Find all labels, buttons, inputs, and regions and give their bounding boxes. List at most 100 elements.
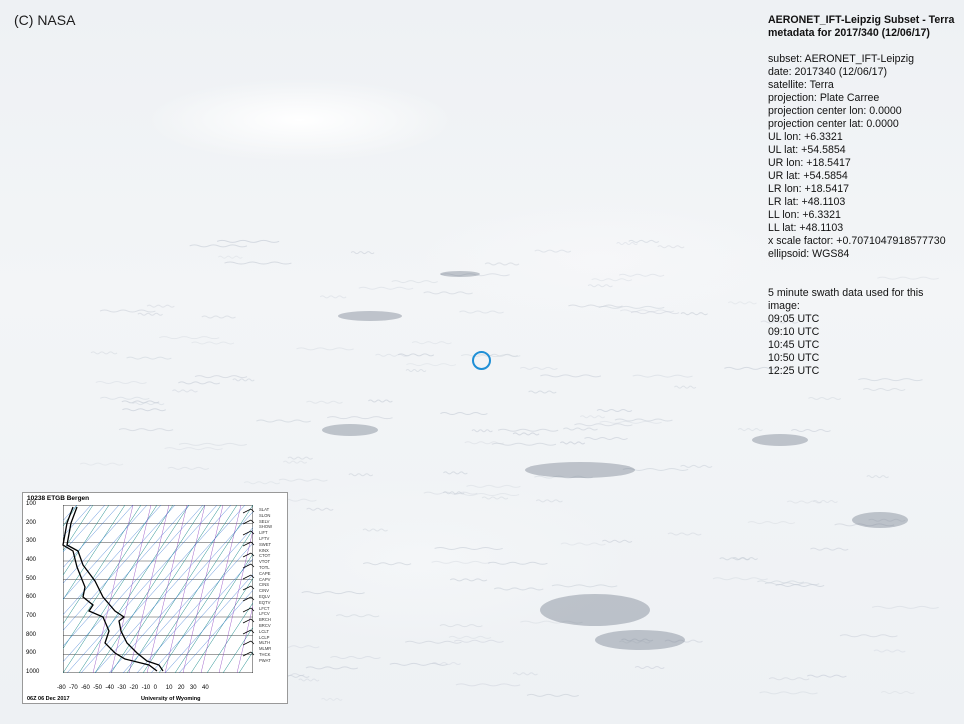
metadata-line: LR lon: +18.5417	[768, 183, 849, 195]
cloud-wave	[528, 390, 557, 394]
pressure-tick-label: 300	[26, 538, 37, 545]
temperature-tick-label: 10	[165, 685, 173, 691]
wind-barb	[242, 519, 252, 525]
temperature-tick-label: -80	[57, 685, 66, 691]
cloud-wave	[306, 400, 343, 404]
swath-time: 12:25 UTC	[768, 365, 820, 377]
dry-adiabat	[122, 504, 274, 674]
metadata-line: projection: Plate Carree	[768, 92, 880, 104]
cloud-wave	[146, 304, 175, 308]
cloud-wave	[194, 375, 248, 379]
sounding-index-label: CINS	[259, 582, 270, 588]
metadata-line: x scale factor: +0.7071047918577730	[768, 235, 946, 247]
pressure-tick-label: 500	[26, 575, 37, 582]
isotherm	[78, 504, 190, 674]
cloud-wave	[406, 363, 457, 367]
isotherm	[46, 504, 158, 674]
cloud-wave	[727, 301, 757, 305]
sounding-index-label: EQLV	[259, 594, 270, 599]
metadata-line: UR lat: +54.5854	[768, 170, 848, 182]
sounding-index-label: CINV	[259, 588, 270, 594]
wind-barb	[242, 618, 252, 624]
metadata-panel: AERONET_IFT-Leipzig Subset - Terra metad…	[768, 14, 958, 378]
sounding-index-label: MLMR	[259, 646, 272, 652]
cloud-wave	[534, 249, 572, 253]
cloud-wave	[674, 385, 697, 389]
cloud-wave	[628, 239, 660, 243]
cloud-shadow	[752, 434, 808, 446]
cloud-wave	[348, 473, 374, 477]
cloud-wave	[306, 507, 334, 511]
cloud-wave	[282, 460, 308, 464]
cloud-wave	[327, 416, 393, 420]
sounding-index-label: VTOT	[259, 559, 271, 565]
wind-barb	[242, 508, 252, 514]
cloud-wave	[368, 399, 393, 403]
cloud-wave	[434, 546, 503, 550]
temperature-tick-label: -70	[69, 685, 78, 691]
cloud-wave	[391, 280, 438, 284]
metadata-line: subset: AERONET_IFT-Leipzig	[768, 53, 915, 65]
pressure-tick-label: 600	[26, 594, 37, 601]
cloud-wave	[121, 400, 160, 404]
isotherm	[62, 504, 174, 674]
sounding-index-label: MLTH	[259, 640, 271, 646]
sounding-index-label: LFCV	[259, 611, 270, 617]
cloud-wave	[866, 475, 889, 479]
sounding-index-label: TOTL	[259, 565, 270, 570]
cloud-wave	[535, 499, 563, 503]
metadata-line: projection center lon: 0.0000	[768, 105, 902, 117]
cloud-wave	[137, 312, 163, 316]
sounding-index-label: BRCV	[259, 623, 271, 628]
swath-heading-line2: image:	[768, 300, 800, 312]
metadata-line: ellipsoid: WGS84	[768, 248, 850, 260]
sounding-title: 10238 ETGB Bergen	[27, 495, 90, 502]
cloud-wave	[599, 420, 662, 424]
swath-time: 10:45 UTC	[768, 339, 820, 351]
cloud-wave	[618, 273, 665, 277]
cloud-shadow	[440, 271, 480, 277]
cloud-wave	[362, 562, 412, 566]
cloud-wave	[680, 464, 713, 468]
cloud-wave	[487, 561, 548, 565]
temperature-tick-label: 20	[177, 685, 185, 691]
cloud-wave	[172, 389, 198, 393]
cloud-wave	[319, 295, 347, 299]
cloud-wave	[296, 347, 354, 351]
temperature-tick-label: -30	[117, 685, 127, 691]
cloud-wave	[189, 244, 248, 248]
cloud-wave	[217, 255, 243, 259]
dewpoint-profile	[62, 506, 158, 672]
metadata-title-line1: AERONET_IFT-Leipzig Subset - Terra	[768, 14, 955, 26]
cloud-wave	[862, 387, 906, 391]
cloud-wave	[632, 374, 693, 378]
swath-time: 09:10 UTC	[768, 326, 820, 338]
metadata-line: date: 2017340 (12/06/17)	[768, 66, 887, 78]
cloud-wave	[448, 635, 492, 639]
temperature-tick-label: -20	[129, 685, 139, 691]
cloud-wave	[301, 591, 365, 595]
cloud-wave	[178, 442, 247, 446]
swath-time: 09:05 UTC	[768, 313, 820, 325]
cloud-wave	[657, 245, 685, 249]
cloud-shadow	[595, 630, 685, 650]
cloud-wave	[858, 378, 923, 382]
cloud-wave	[526, 693, 579, 697]
sounding-index-label: CAPE	[259, 570, 271, 576]
metadata-line: LL lon: +6.3321	[768, 209, 841, 221]
frame-mask	[23, 493, 287, 703]
cloud-wave	[602, 539, 633, 543]
cloud-shadow	[852, 512, 908, 528]
swath-time: 10:50 UTC	[768, 352, 820, 364]
cloud-shadow	[322, 424, 378, 436]
cloud-wave	[100, 396, 150, 400]
sounding-index-label: SWET	[259, 541, 272, 547]
wind-barb	[242, 607, 252, 613]
cloud-wave	[871, 605, 939, 609]
cloud-wave	[201, 315, 236, 319]
cloud-wave	[411, 341, 452, 345]
swath-times: 09:05 UTC 09:10 UTC 10:45 UTC 10:50 UTC 12:2…	[768, 313, 958, 378]
satellite-image: (C) NASA AERONET_IFT-Leipzig Subset - Te…	[0, 0, 964, 724]
cloud-wave	[118, 428, 174, 432]
cloud-wave	[256, 419, 311, 423]
